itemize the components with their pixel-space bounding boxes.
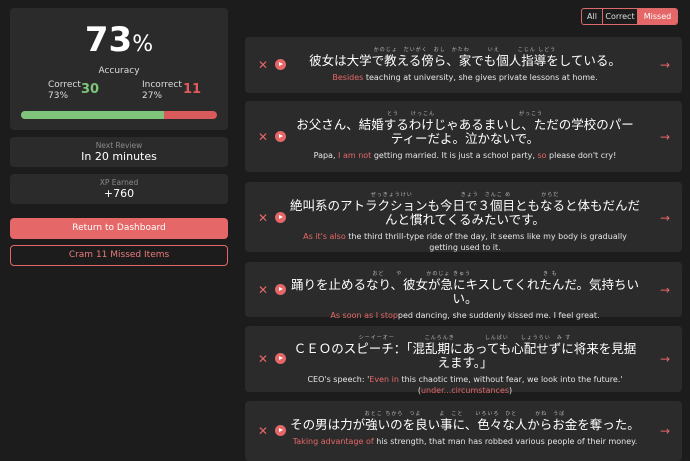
en-text: getting married. It is just a school par… [371, 151, 538, 160]
accuracy-number: 73 [84, 20, 133, 60]
en-text: please don't cry! [546, 151, 617, 160]
accuracy-card: 73% Accuracy Correct 73% 30 Incorrect 27… [10, 8, 228, 130]
filter-missed-button[interactable]: Missed [638, 9, 677, 24]
en-text: the third thrill-type ride of the day, i… [345, 232, 627, 252]
japanese-sentence: 絶叫系のアトラクションも今日で３個目ともなると体もだんだんと慣れてくるみたいです… [290, 198, 641, 227]
accuracy-progress-fill [21, 111, 165, 119]
close-x-icon[interactable]: ✕ [258, 284, 268, 296]
play-icon[interactable] [275, 425, 286, 436]
return-dashboard-button[interactable]: Return to Dashboard [10, 218, 228, 239]
close-x-icon[interactable]: ✕ [258, 59, 268, 71]
close-x-icon[interactable]: ✕ [258, 212, 268, 224]
play-icon[interactable] [275, 212, 286, 223]
next-review-label: Next Review [95, 141, 143, 150]
next-review-value: In 20 minutes [81, 150, 157, 163]
accuracy-suffix: % [132, 32, 154, 57]
item-content: シーイーオー こんらんき しんぱい しょうらい み す ＣＥＯのスピーチ：「混乱… [290, 335, 640, 396]
arrow-right-icon[interactable]: → [660, 59, 670, 71]
filter-correct-button[interactable]: Correct [603, 9, 638, 24]
english-translation: Papa, I am not getting married. It is ju… [290, 150, 640, 161]
japanese-sentence: その男は力が強いのを良い事に、色々な人からお金を奪った。 [290, 417, 640, 432]
en-highlight: As it's also [303, 232, 346, 241]
en-highlight: I am not [338, 151, 372, 160]
english-translation: Taking advantage of his strength, that m… [290, 436, 640, 447]
close-x-icon[interactable]: ✕ [258, 131, 268, 143]
en-highlight: As soon as I stop [330, 311, 398, 320]
arrow-right-icon[interactable]: → [660, 131, 670, 143]
xp-value: +760 [103, 187, 135, 200]
filter-all-button[interactable]: All [582, 9, 603, 24]
en-text: ped dancing, she suddenly kissed me. I f… [397, 311, 600, 320]
en-highlight: under...circumstances [420, 386, 510, 395]
correct-percent: 73% [48, 91, 69, 101]
arrow-right-icon[interactable]: → [660, 284, 670, 296]
play-icon[interactable] [275, 284, 286, 295]
close-x-icon[interactable]: ✕ [258, 425, 268, 437]
filter-toggle-group: All Correct Missed [581, 8, 678, 25]
item-content: ぜっきょうけい きょう さんこ め からだ 絶叫系のアトラクションも今日で３個目… [290, 192, 640, 253]
arrow-right-icon[interactable]: → [660, 425, 670, 437]
item-content: かのじょ だいがく おし かたわ いえ こじん しどう 彼女は大学で教える傍ら、… [290, 47, 640, 83]
incorrect-count: 11 [183, 82, 202, 97]
xp-card: XP Earned +760 [10, 174, 228, 204]
list-item[interactable]: ✕ かのじょ だいがく おし かたわ いえ こじん しどう 彼女は大学で教える傍… [245, 37, 682, 93]
item-content: とう けっこん がっこう お父さん、結婚するわけじゃあるまいし、ただの学校のパー… [290, 111, 640, 161]
correct-label: Correct [48, 80, 81, 90]
xp-label: XP Earned [99, 178, 139, 187]
arrow-right-icon[interactable]: → [660, 353, 670, 365]
en-text: Papa, [313, 151, 339, 160]
english-translation: As soon as I stopped dancing, she sudden… [290, 310, 640, 321]
english-translation: Besides teaching at university, she give… [290, 72, 640, 83]
en-highlight: Even in [369, 375, 399, 384]
japanese-sentence: 彼女は大学で教える傍ら、家でも個人指導をしている。 [309, 53, 621, 68]
incorrect-stat: Incorrect 27% 11 [142, 80, 201, 102]
japanese-sentence: お父さん、結婚するわけじゃあるまいし、ただの学校のパーティーだよ。泣かないで。 [296, 117, 634, 146]
en-highlight: Taking advantage of [292, 437, 374, 446]
incorrect-label: Incorrect [142, 80, 182, 90]
play-icon[interactable] [275, 59, 286, 70]
play-icon[interactable] [275, 131, 286, 142]
en-text: teaching at university, she gives privat… [363, 73, 598, 82]
accuracy-value: 73% [10, 20, 228, 65]
item-content: おど や かのじょ きゅう き も 踊りを止めるなり、彼女が急にキスしてくれたん… [290, 271, 640, 321]
list-item[interactable]: ✕ おとこ ちから つよ よ こと いろいろ ひと かね うば その男は力が強い… [245, 401, 682, 461]
english-translation: As it's also the third thrill-type ride … [290, 231, 640, 253]
list-item[interactable]: ✕ とう けっこん がっこう お父さん、結婚するわけじゃあるまいし、ただの学校の… [245, 101, 682, 172]
incorrect-percent: 27% [142, 91, 163, 101]
list-item[interactable]: ✕ シーイーオー こんらんき しんぱい しょうらい み す ＣＥＯのスピーチ：「… [245, 326, 682, 395]
close-x-icon[interactable]: ✕ [258, 353, 268, 365]
en-highlight: Besides [332, 73, 364, 82]
accuracy-label: Accuracy [98, 66, 140, 76]
english-translation: CEO's speech: 'Even in this chaotic time… [290, 374, 640, 396]
en-highlight: so [537, 151, 547, 160]
next-review-card: Next Review In 20 minutes [10, 137, 228, 167]
correct-count: 30 [81, 82, 100, 97]
en-text: CEO's speech: ' [307, 375, 370, 384]
arrow-right-icon[interactable]: → [660, 212, 670, 224]
list-item[interactable]: ✕ ぜっきょうけい きょう さんこ め からだ 絶叫系のアトラクションも今日で３… [245, 182, 682, 252]
japanese-sentence: ＣＥＯのスピーチ：「混乱期にあっても心配せずに将来を見据えます。」 [293, 341, 637, 370]
en-text: his strength, that man has robbed variou… [373, 437, 638, 446]
item-content: おとこ ちから つよ よ こと いろいろ ひと かね うば その男は力が強いのを… [290, 411, 640, 447]
en-text: ) [509, 386, 513, 395]
summary-panel: 73% Accuracy Correct 73% 30 Incorrect 27… [10, 8, 228, 266]
accuracy-progress-bar [21, 111, 217, 119]
correct-stat: Correct 73% 30 [48, 80, 99, 102]
japanese-sentence: 踊りを止めるなり、彼女が急にキスしてくれたんだ。気持ちいい。 [290, 277, 639, 306]
cram-missed-button[interactable]: Cram 11 Missed Items [10, 245, 228, 266]
play-icon[interactable] [275, 353, 286, 364]
list-item[interactable]: ✕ おど や かのじょ きゅう き も 踊りを止めるなり、彼女が急にキスしてくれ… [245, 262, 682, 320]
